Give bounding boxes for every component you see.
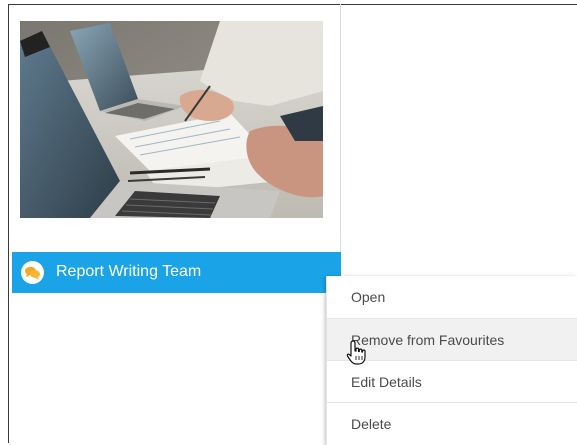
top-divider: [341, 4, 577, 5]
chat-bubbles-icon: [21, 261, 44, 284]
menu-item-delete[interactable]: Delete: [327, 402, 577, 444]
card-title-bar[interactable]: Report Writing Team: [12, 252, 341, 293]
card-thumbnail-image[interactable]: [20, 21, 323, 218]
menu-item-open[interactable]: Open: [327, 276, 577, 318]
menu-item-edit-details[interactable]: Edit Details: [327, 360, 577, 402]
card-title: Report Writing Team: [56, 263, 202, 280]
menu-item-remove-from-favourites[interactable]: Remove from Favourites: [327, 318, 577, 360]
page: Report Writing Team Open Remove from Fav…: [0, 0, 577, 445]
context-menu: Open Remove from Favourites Edit Details…: [326, 276, 577, 445]
